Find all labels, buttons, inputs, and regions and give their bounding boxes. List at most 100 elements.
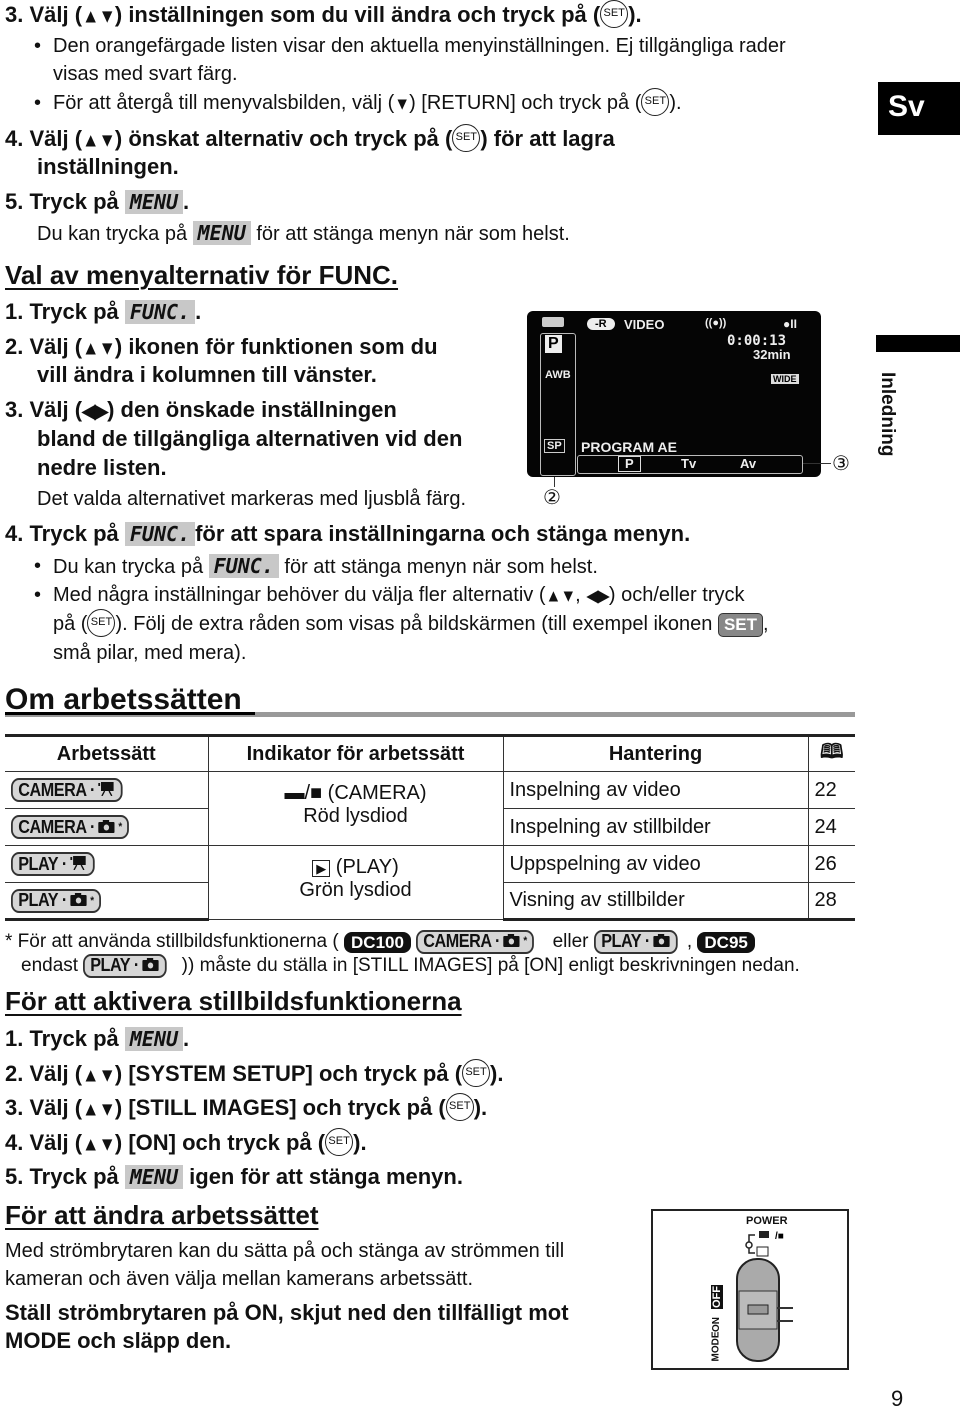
note-return: För att återgå till menyvalsbilden, välj…	[34, 87, 682, 116]
text: ).	[628, 2, 642, 27]
down-arrow-icon: ▼	[394, 95, 410, 114]
func-button-icon: FUNC.	[124, 522, 196, 546]
text: * För att använda stillbildsfunktionerna…	[5, 931, 345, 953]
asterisk: *	[523, 935, 528, 948]
photo-icon	[652, 931, 670, 953]
mode-chip-label: PLAY ·	[600, 931, 650, 952]
up-down-arrows-icon: ▲▼	[82, 1097, 116, 1120]
photo-icon	[98, 817, 116, 838]
set-icon: SET	[717, 612, 764, 637]
left-right-arrows-icon: ◀▶	[82, 399, 108, 422]
func-button-icon: FUNC.	[124, 300, 196, 324]
asterisk: *	[118, 821, 122, 833]
remaining-time: 32min	[753, 347, 791, 362]
text: 2. Välj (	[5, 1061, 83, 1086]
awb-icon: AWB	[545, 369, 571, 381]
mode-chip-label: PLAY ·	[90, 955, 140, 976]
text: igen för att stänga menyn.	[183, 1164, 463, 1189]
menu-button-icon: MENU	[124, 1165, 184, 1189]
callout-3: ③	[832, 453, 850, 475]
mode-cell: CAMERA · *	[5, 808, 209, 846]
text: eller	[547, 931, 594, 953]
note-orange-list-cont: visas med svart färg.	[53, 62, 238, 86]
text: .	[183, 189, 190, 214]
option-p: P	[618, 456, 641, 472]
mode-chip-label: PLAY ·	[18, 890, 67, 910]
mode-cell: PLAY · *	[5, 882, 209, 921]
video-label: VIDEO	[624, 317, 665, 332]
text: för att spara inställningarna och stänga…	[195, 521, 691, 546]
text: 4. Välj (	[5, 1130, 83, 1155]
change-instruction-1: Ställ strömbrytaren på ON, skjut ned den…	[5, 1300, 569, 1326]
left-column-frame	[540, 333, 576, 476]
on-label: ON	[711, 1317, 722, 1332]
text: Med strömbrytaren kan du sätta på och st…	[5, 1240, 565, 1262]
up-down-arrows-icon: ▲▼	[82, 4, 116, 27]
func-step-3: 3. Välj (◀▶) den önskade inställningen	[5, 397, 397, 423]
up-down-arrows-icon: ▲▼	[545, 587, 577, 606]
callout-2: ②	[543, 487, 561, 509]
func-step-3-cont2: nedre listen.	[37, 455, 167, 481]
mode-chip-play: PLAY · *	[11, 888, 101, 913]
photo-icon	[70, 890, 88, 911]
sp-icon: SP	[544, 439, 565, 453]
text: ) ikonen för funktionen som du	[114, 334, 438, 359]
movie-icon	[98, 780, 116, 801]
page-ref: 26	[807, 845, 855, 883]
still-step-4: 4. Välj (▲▼) [ON] och tryck på (SET).	[5, 1128, 367, 1157]
text: ,	[686, 931, 698, 953]
text: bland de tillgängliga alternativen vid d…	[37, 426, 463, 451]
still-step-1: 1. Tryck på MENU.	[5, 1026, 189, 1052]
mode-chip-camera: CAMERA ·	[11, 778, 123, 802]
callout-line-3	[803, 463, 831, 464]
power-switch-illustration: /■ POWER OFF ON MODE	[651, 1209, 849, 1370]
change-heading: För att ändra arbetssättet	[5, 1200, 319, 1230]
text: Det valda alternativet markeras med ljus…	[37, 488, 467, 510]
text: 5. Tryck på	[5, 189, 125, 214]
wide-icon: WIDE	[771, 374, 799, 384]
camera-screen-illustration: P AWB SP -R VIDEO ((●)) ●II 0:00:13 32mi…	[527, 311, 821, 477]
still-step-2: 2. Välj (▲▼) [SYSTEM SETUP] och tryck på…	[5, 1059, 504, 1088]
model-badge: DC100	[344, 931, 411, 953]
book-icon: 🕮	[807, 734, 855, 772]
section-tab-bar	[876, 335, 960, 352]
operation-cell: Inspelning av video	[502, 771, 809, 809]
option-av: Av	[740, 456, 757, 471]
func-step-3-note: Det valda alternativet markeras med ljus…	[37, 487, 466, 511]
mode-cell: CAMERA ·	[5, 771, 209, 809]
text: .	[183, 1026, 190, 1051]
up-down-arrows-icon: ▲▼	[82, 128, 116, 151]
func-step-2-cont: vill ändra i kolumnen till vänster.	[37, 362, 377, 388]
text: ) och/eller tryck	[608, 584, 745, 606]
set-button-icon: SET	[462, 1059, 491, 1088]
indicator-camera: ▬/■ (CAMERA) Röd lysdiod	[207, 771, 504, 846]
text: Ställ strömbrytaren på ON, skjut ned den…	[5, 1300, 569, 1325]
text: endast	[21, 955, 84, 977]
mode-chip-play: PLAY ·	[83, 954, 168, 978]
text: 1. Tryck på	[5, 299, 125, 324]
footnote-cont: endast PLAY · )) måste du ställa in [STI…	[21, 954, 800, 978]
mode-chip-play: PLAY ·	[593, 930, 678, 954]
camcorder-icon	[542, 317, 564, 327]
change-text-2: kameran och även välja mellan kamerans a…	[5, 1267, 473, 1291]
mode-label: MODE	[710, 1331, 722, 1362]
mode-chip-play: PLAY ·	[11, 852, 95, 876]
page-number: 9	[891, 1386, 904, 1411]
text: ) den önskade inställningen	[107, 397, 397, 422]
model-badge: DC95	[697, 931, 755, 953]
asterisk: *	[90, 894, 94, 907]
mode-chip-camera: CAMERA · *	[416, 930, 535, 954]
photo-icon	[142, 955, 160, 977]
power-switch-drawing: /■	[736, 1231, 793, 1362]
program-icon: P	[545, 335, 562, 353]
step-4: 4. Välj (▲▼) önskat alternativ och tryck…	[5, 124, 615, 153]
mode-cell: PLAY ·	[5, 845, 209, 883]
mode-chip-label: CAMERA ·	[423, 931, 501, 952]
disc-badge: -R	[587, 318, 615, 330]
menu-button-icon: MENU	[124, 1027, 184, 1051]
step-3: 3. Välj (▲▼) inställningen som du vill ä…	[5, 0, 642, 29]
text: ) [SYSTEM SETUP] och tryck på (	[114, 1061, 463, 1086]
menu-button-icon: MENU	[124, 190, 184, 214]
text: ).	[353, 1130, 367, 1155]
text: För att återgå till menyvalsbilden, välj…	[53, 92, 395, 114]
